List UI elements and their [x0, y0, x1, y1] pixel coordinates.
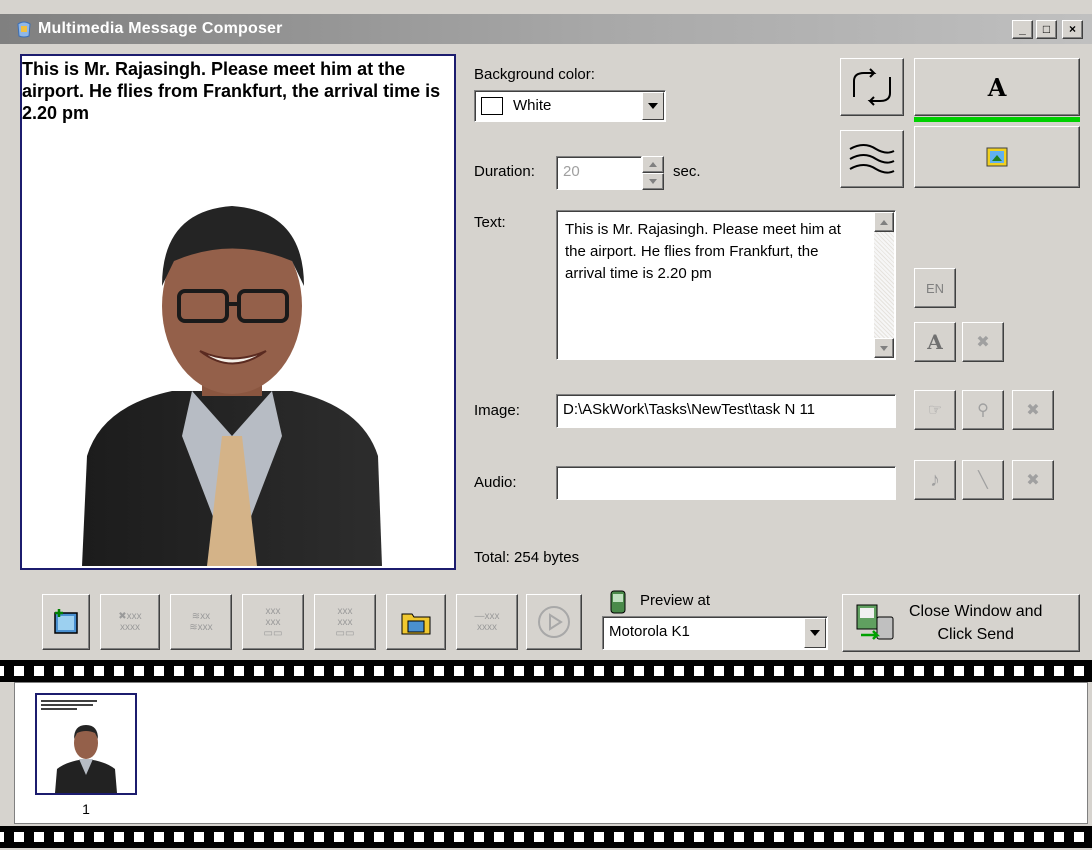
color-swatch [481, 97, 503, 115]
zoom-image-button[interactable]: ⚲ [962, 390, 1004, 430]
edit-audio-button[interactable]: ╲ [962, 460, 1004, 500]
font-icon: A [927, 330, 943, 354]
text-label: Text: [474, 214, 506, 231]
close-and-send-button[interactable]: Close Window and Click Send [842, 594, 1080, 652]
duplicate-slide-icon: ≋xx ≋xxx [189, 611, 213, 633]
delete-slide-button[interactable]: ✖xxx xxxx [100, 594, 160, 650]
preview-at-label: Preview at [640, 592, 711, 609]
chevron-up-icon [649, 162, 657, 167]
phone-device-icon [606, 590, 630, 619]
duration-label: Duration: [474, 163, 535, 180]
magnifier-icon: ⚲ [977, 402, 989, 419]
image-path-field[interactable]: D:\ASkWork\Tasks\NewTest\task N 11 [556, 394, 896, 428]
window-title: Multimedia Message Composer [38, 20, 283, 37]
preview-device-combo[interactable]: Motorola K1 [602, 616, 828, 650]
background-color-combo[interactable]: White [474, 90, 666, 122]
duplicate-slide-button[interactable]: ≋xx ≋xxx [170, 594, 232, 650]
duration-value: 20 [563, 163, 580, 180]
chevron-up-icon [880, 219, 888, 225]
total-size-label: Total: 254 bytes [474, 549, 580, 566]
clear-image-button[interactable]: ✖ [1012, 390, 1054, 430]
music-note-icon: ♪ [930, 468, 940, 491]
maximize-button[interactable]: □ [1036, 20, 1057, 39]
language-button[interactable]: EN [914, 268, 956, 308]
background-color-dropdown-button[interactable] [642, 92, 664, 120]
slide-preview-text: This is Mr. Rajasingh. Please meet him a… [22, 59, 441, 123]
play-icon [538, 606, 570, 638]
slide-thumbnail-image [41, 700, 117, 793]
preview-device-value: Motorola K1 [609, 623, 690, 640]
chevron-down-icon [648, 103, 658, 109]
move-up-icon: xxx xxx ▭▭ [263, 605, 283, 639]
active-mode-indicator [914, 117, 1080, 122]
send-label-line1: Close Window and [909, 603, 1043, 620]
slide-thumbnail[interactable] [35, 693, 137, 795]
swap-arrows-icon [853, 68, 891, 106]
title-bar: Multimedia Message Composer _ □ × [0, 14, 1092, 44]
wand-icon: ╲ [978, 472, 988, 489]
move-slide-down-button[interactable]: xxx xxx ▭▭ [314, 594, 376, 650]
chevron-down-icon [810, 630, 820, 636]
delete-icon: ✖ [1026, 472, 1040, 489]
duration-spin-up[interactable] [642, 156, 664, 173]
add-slide-button[interactable] [42, 594, 90, 650]
text-editor-scrollbar[interactable] [874, 212, 894, 358]
audio-path-field[interactable] [556, 466, 896, 500]
filmstrip-bottom-border [0, 826, 1092, 848]
move-down-icon: xxx xxx ▭▭ [335, 605, 355, 639]
background-color-value: White [513, 97, 552, 114]
play-preview-button[interactable] [526, 594, 582, 650]
scroll-down-button[interactable] [874, 338, 894, 358]
image-mode-button[interactable] [914, 126, 1080, 188]
duration-unit: sec. [673, 163, 701, 180]
open-file-button[interactable] [386, 594, 446, 650]
background-color-label: Background color: [474, 66, 595, 83]
handshake-icon [849, 144, 895, 174]
clear-audio-button[interactable]: ✖ [1012, 460, 1054, 500]
text-editor-content: This is Mr. Rajasingh. Please meet him a… [565, 221, 841, 282]
delete-slide-icon: ✖xxx xxxx [118, 611, 142, 633]
delete-icon: ✖ [1026, 402, 1040, 419]
browse-image-button[interactable]: ☞ [914, 390, 956, 430]
slide-number: 1 [82, 801, 90, 817]
composer-app-icon [16, 20, 32, 43]
image-browse-icon: ☞ [927, 402, 943, 419]
slide-preview-image [82, 206, 382, 566]
text-format-icon: A [987, 72, 1007, 102]
duration-spin-down[interactable] [642, 173, 664, 190]
language-label: EN [925, 280, 945, 296]
preview-device-dropdown-button[interactable] [804, 618, 826, 648]
slide-thumbnails-panel[interactable]: 1 [14, 682, 1088, 824]
chevron-down-icon [649, 179, 657, 184]
hands-exchange-button[interactable] [840, 130, 904, 188]
audio-label: Audio: [474, 474, 517, 491]
scroll-up-button[interactable] [874, 212, 894, 232]
clear-text-button[interactable]: ✖ [962, 322, 1004, 362]
minimize-button[interactable]: _ [1012, 20, 1033, 39]
send-label-line2: Click Send [937, 626, 1014, 643]
text-mode-button[interactable]: A [914, 58, 1080, 116]
picture-icon [986, 147, 1008, 167]
chevron-down-icon [880, 345, 888, 351]
slide-preview-canvas[interactable]: This is Mr. Rajasingh. Please meet him a… [20, 54, 456, 570]
duration-field[interactable]: 20 [556, 156, 642, 190]
text-editor[interactable]: This is Mr. Rajasingh. Please meet him a… [556, 210, 896, 360]
swap-order-button[interactable] [840, 58, 904, 116]
filmstrip-top-border [0, 660, 1092, 682]
delete-icon: ✖ [976, 334, 990, 351]
image-path-value: D:\ASkWork\Tasks\NewTest\task N 11 [563, 401, 816, 418]
insert-slide-icon: —xxx xxxx [474, 611, 500, 633]
add-slide-icon [54, 609, 78, 634]
browse-audio-button[interactable]: ♪ [914, 460, 956, 500]
close-window-button[interactable]: × [1062, 20, 1083, 39]
image-label: Image: [474, 402, 520, 419]
open-folder-icon [401, 613, 431, 635]
send-message-icon [856, 604, 894, 640]
insert-slide-button[interactable]: —xxx xxxx [456, 594, 518, 650]
move-slide-up-button[interactable]: xxx xxx ▭▭ [242, 594, 304, 650]
text-format-button[interactable]: A [914, 322, 956, 362]
